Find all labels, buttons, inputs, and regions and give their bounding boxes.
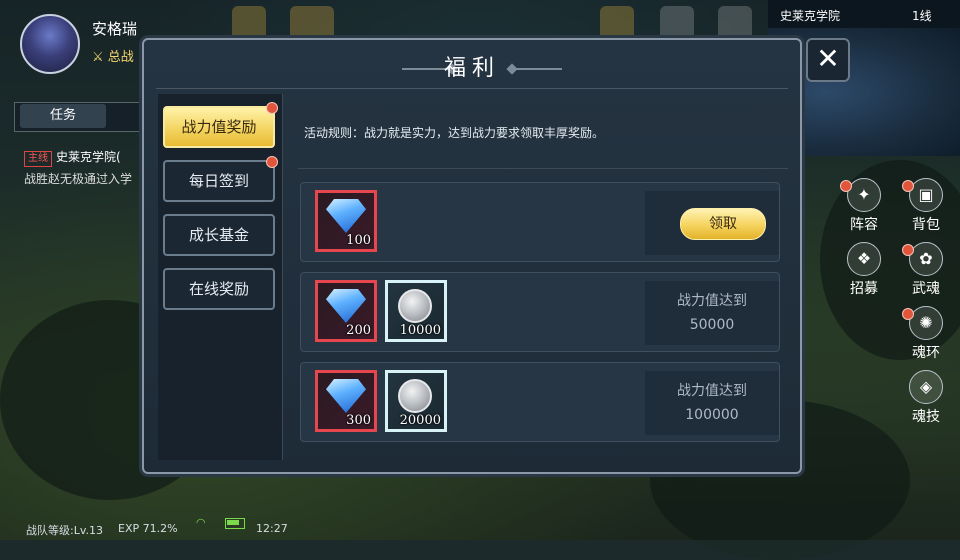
welfare-dialog: 福利 战力值奖励 每日签到 成长基金 在线奖励 活动规则：战力就是实力，达到战力… (142, 38, 802, 474)
requirement-value: 50000 (689, 317, 735, 333)
player-power: ⚔ 总战 (92, 50, 134, 65)
search-icon[interactable] (718, 6, 752, 40)
menu-recruit[interactable]: ❖ 招募 (836, 242, 892, 298)
requirement-label: 战力值达到 (677, 383, 747, 399)
reward-item-diamond[interactable]: 300 (315, 370, 377, 432)
menu-label: 招募 (850, 281, 878, 297)
menu-label: 魂技 (912, 409, 940, 425)
reward-row: 300 20000 战力值达到 100000 (300, 362, 780, 442)
content-divider (298, 168, 788, 169)
chest-icon[interactable] (290, 6, 334, 40)
item-quantity: 100 (346, 233, 371, 248)
diamond-icon (326, 199, 366, 233)
martial-soul-icon: ✿ (909, 242, 943, 276)
recruit-icon: ❖ (847, 242, 881, 276)
battery-icon (225, 518, 245, 529)
menu-label: 阵容 (850, 217, 878, 233)
menu-soul-skill[interactable]: ◈ 魂技 (898, 370, 954, 426)
activity-rules: 活动规则：战力就是实力，达到战力要求领取丰厚奖励。 (304, 126, 605, 140)
soul-skill-icon: ◈ (909, 370, 943, 404)
map-location: 史莱克学院 (780, 9, 841, 23)
title-ornament-right (512, 68, 562, 70)
claim-button[interactable]: 领取 (680, 208, 766, 240)
item-quantity: 300 (346, 413, 371, 428)
badge-dot (266, 102, 278, 114)
trophy-icon[interactable] (660, 6, 694, 40)
diamond-icon (326, 379, 366, 413)
item-quantity: 20000 (399, 413, 441, 428)
menu-label: 背包 (912, 217, 940, 233)
reward-item-diamond[interactable]: 200 (315, 280, 377, 342)
silver-coin-icon (398, 289, 432, 323)
lineup-icon: ✦ (847, 178, 881, 212)
reward-item-diamond[interactable]: 100 (315, 190, 377, 252)
requirement-text: 战力值达到 100000 (645, 379, 779, 427)
dialog-title: 福利 (443, 56, 500, 81)
gift-icon[interactable] (232, 6, 266, 40)
tab-daily-signin[interactable]: 每日签到 (163, 160, 275, 202)
menu-label: 魂环 (912, 345, 940, 361)
exp-percent: EXP 71.2% (118, 522, 178, 535)
reward-item-silver-coin[interactable]: 20000 (385, 370, 447, 432)
requirement-text: 战力值达到 50000 (645, 289, 779, 337)
tab-power-reward[interactable]: 战力值奖励 (163, 106, 275, 148)
diamond-icon (326, 289, 366, 323)
requirement-value: 100000 (685, 407, 739, 423)
tab-growth-fund[interactable]: 成长基金 (163, 214, 275, 256)
status-bar: 战队等级:Lv.13 EXP 71.2% 12:27 (0, 518, 300, 540)
reward-row: 200 10000 战力值达到 50000 (300, 272, 780, 352)
quest-description: 战胜赵无极通过入学 (24, 172, 133, 186)
badge-dot (902, 308, 914, 320)
bag-icon: ▣ (909, 178, 943, 212)
wifi-icon: ◠ (196, 516, 206, 529)
badge-dot (266, 156, 278, 168)
badge-dot (902, 180, 914, 192)
quest-title: 史莱克学院( (56, 150, 121, 164)
player-name: 安格瑞 (92, 20, 138, 38)
minimap-header[interactable]: 史莱克学院 1线 (768, 0, 960, 28)
silver-coin-icon (398, 379, 432, 413)
quest-tag: 主线 (24, 151, 52, 167)
requirement-label: 战力值达到 (677, 293, 747, 309)
item-quantity: 200 (346, 323, 371, 338)
player-avatar[interactable] (20, 14, 80, 74)
title-divider (156, 88, 788, 89)
team-level: 战队等级:Lv.13 (26, 524, 103, 537)
soul-ring-icon: ✺ (909, 306, 943, 340)
map-line: 1线 (912, 9, 932, 23)
close-button[interactable]: ✕ (806, 38, 850, 82)
badge-dot (902, 244, 914, 256)
reward-item-silver-coin[interactable]: 10000 (385, 280, 447, 342)
event-icon[interactable] (600, 6, 634, 40)
clock: 12:27 (256, 522, 288, 535)
menu-label: 武魂 (912, 281, 940, 297)
player-power-label: 总战 (107, 50, 134, 65)
tab-online-reward[interactable]: 在线奖励 (163, 268, 275, 310)
quest-tracker[interactable]: 主线 史莱克学院( 战胜赵无极通过入学 (24, 146, 132, 190)
badge-dot (840, 180, 852, 192)
item-quantity: 10000 (399, 323, 441, 338)
tab-task[interactable]: 任务 (20, 104, 106, 128)
